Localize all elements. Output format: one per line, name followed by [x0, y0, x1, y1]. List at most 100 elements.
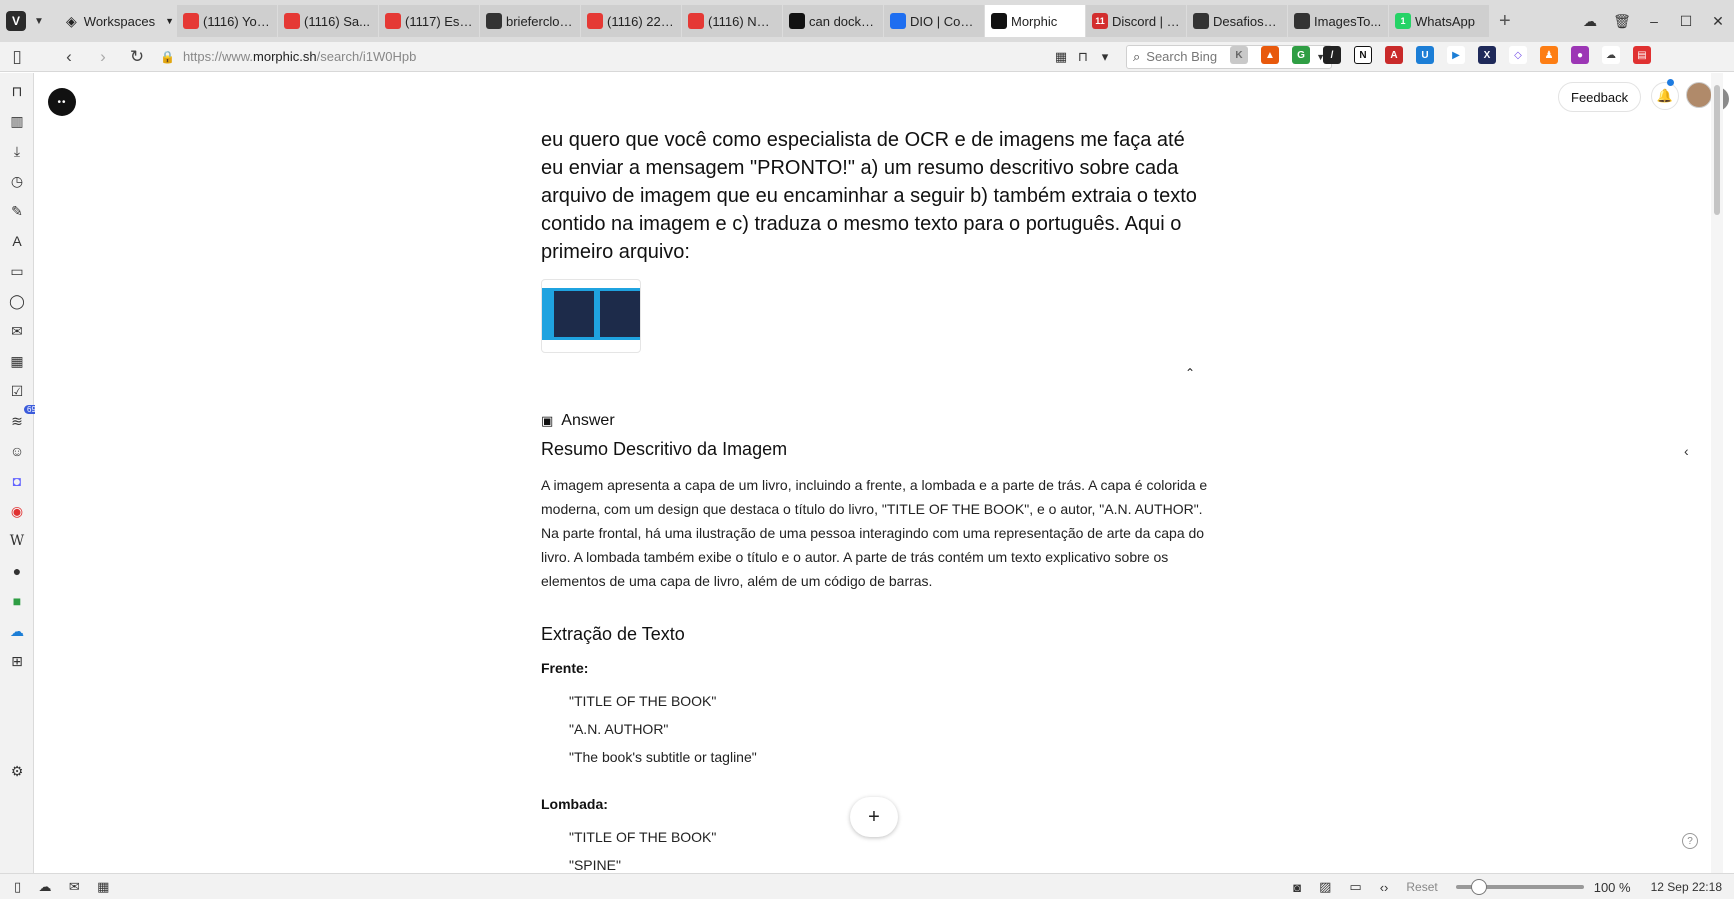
pdf-extension-icon[interactable]: A	[1385, 46, 1403, 64]
morphic-logo[interactable]: ••	[48, 88, 76, 116]
settings-gear-icon[interactable]: ⚙	[7, 761, 27, 781]
browser-tab[interactable]: (1116) Net...	[682, 5, 782, 37]
chevron-left-icon[interactable]: ‹	[1684, 443, 1689, 459]
browser-tab[interactable]: (1117) Ess...	[379, 5, 479, 37]
qr-code-icon[interactable]: ▦	[1050, 49, 1072, 65]
chevron-down-icon[interactable]: ▼	[34, 16, 48, 27]
translate-extension-icon[interactable]: G	[1292, 46, 1310, 64]
panel-toggle-icon[interactable]: ▯	[14, 879, 21, 894]
camera-icon[interactable]: ◙	[1293, 880, 1301, 895]
mastodon-icon[interactable]: ◘	[7, 471, 27, 491]
back-button[interactable]: ‹	[52, 47, 86, 67]
close-window-button[interactable]: ✕	[1702, 13, 1734, 30]
browser-tab[interactable]: ImagesTo...	[1288, 5, 1388, 37]
url-prefix: https://www.	[182, 49, 254, 64]
bookmarks-icon[interactable]: ⊓	[7, 81, 27, 101]
search-placeholder: Search Bing	[1146, 49, 1218, 64]
browser-tab[interactable]: (1116) 22 ...	[581, 5, 681, 37]
downloads-icon[interactable]: ⤓	[7, 141, 27, 161]
new-tab-button[interactable]: +	[1499, 10, 1511, 33]
browser-tab[interactable]: Desafios_...	[1187, 5, 1287, 37]
sheets-icon[interactable]: ■	[7, 591, 27, 611]
browser-tab[interactable]: (1116) You...	[177, 5, 277, 37]
layers-icon: ◈	[66, 12, 77, 29]
calendar-icon[interactable]: ▦	[7, 351, 27, 371]
chat-icon[interactable]: ◯	[7, 291, 27, 311]
klarna-extension-icon[interactable]: K	[1230, 46, 1248, 64]
site-info-icon[interactable]: 🔒	[160, 50, 175, 64]
contacts-icon[interactable]: ☺	[7, 441, 27, 461]
window-icon[interactable]: ▭	[7, 261, 27, 281]
play-extension-icon[interactable]: ▶	[1447, 46, 1465, 64]
chevron-down-icon: ▼	[165, 16, 174, 26]
sync-cloud-icon[interactable]: ☁	[39, 879, 52, 894]
bitwarden-extension-icon[interactable]: U	[1416, 46, 1434, 64]
browser-tab[interactable]: brieferclou...	[480, 5, 580, 37]
tiling-icon[interactable]: ▭	[1349, 879, 1361, 895]
url-field[interactable]: 🔒 https://www. morphic.sh/search/i1W0Hpb	[160, 49, 860, 64]
sync-cloud-icon[interactable]: ☁	[1574, 13, 1606, 30]
wikipedia-icon[interactable]: W	[7, 531, 27, 551]
mail-icon[interactable]: ✉	[7, 321, 27, 341]
zoom-reset-button[interactable]: Reset	[1406, 880, 1437, 894]
tasks-icon[interactable]: ☑	[7, 381, 27, 401]
diamond-extension-icon[interactable]: ◇	[1509, 46, 1527, 64]
tab-label: ImagesTo...	[1314, 13, 1382, 29]
bookmark-icon[interactable]: ⊓	[1072, 49, 1094, 65]
feeds-icon[interactable]: ≋ 69	[7, 405, 39, 431]
calendar-icon[interactable]: ▦	[97, 879, 109, 894]
folder-extension-icon[interactable]: ▤	[1633, 46, 1651, 64]
notes-icon[interactable]: ✎	[7, 201, 27, 221]
chevron-down-icon[interactable]: ▾	[1094, 49, 1116, 65]
trash-icon[interactable]: 🗑	[1606, 13, 1638, 30]
book-check-icon: ▣	[541, 413, 554, 428]
browser-tab[interactable]: DIO | Codi...	[884, 5, 984, 37]
image-icon[interactable]: ▨	[1319, 879, 1331, 895]
panel-toggle-icon[interactable]: ▯	[0, 47, 34, 67]
new-chat-plus-button[interactable]: +	[850, 797, 898, 837]
notion-extension-icon[interactable]: N	[1354, 46, 1372, 64]
megaphone-extension-icon[interactable]: ▲	[1261, 46, 1279, 64]
user-avatar[interactable]	[1686, 82, 1712, 108]
reading-list-icon[interactable]: ▥	[7, 111, 27, 131]
discord-icon: 11	[1092, 13, 1108, 29]
browser-tab[interactable]: Morphic	[985, 5, 1085, 37]
search-icon: ⌕	[1133, 48, 1141, 64]
github-icon	[1294, 13, 1310, 29]
x-extension-icon[interactable]: X	[1478, 46, 1496, 64]
vivaldi-icon[interactable]: ◉	[7, 501, 27, 521]
translate-icon[interactable]: A	[7, 231, 27, 251]
help-icon[interactable]: ?	[1682, 833, 1698, 849]
browser-tab[interactable]: can docker...	[783, 5, 883, 37]
chat-extension-icon[interactable]: ●	[1571, 46, 1589, 64]
maximize-button[interactable]: ☐	[1670, 13, 1702, 30]
attached-image-thumbnail[interactable]	[541, 279, 641, 353]
page-scrollbar[interactable]	[1711, 73, 1723, 873]
dio-icon	[890, 13, 906, 29]
bell-icon[interactable]: 🔔	[1651, 82, 1679, 110]
answer-header: ▣ Answer	[541, 412, 615, 430]
youtube-icon	[385, 13, 401, 29]
minimize-button[interactable]: –	[1638, 13, 1670, 29]
browser-tab[interactable]: 11 Discord | #...	[1086, 5, 1186, 37]
zoom-slider[interactable]	[1455, 879, 1584, 895]
chevron-up-icon[interactable]: ⌃	[1185, 366, 1195, 380]
zoom-level: 100 %	[1593, 879, 1631, 895]
reload-button[interactable]: ↻	[120, 47, 154, 67]
cloud-extension-icon[interactable]: ☁	[1602, 46, 1620, 64]
history-icon[interactable]: ◷	[7, 171, 27, 191]
code-icon[interactable]: ‹›	[1380, 880, 1389, 895]
vivaldi-menu-icon[interactable]: V	[6, 11, 26, 31]
github-icon[interactable]: ●	[7, 561, 27, 581]
browser-tab[interactable]: 1 WhatsApp	[1389, 5, 1489, 37]
add-panel-icon[interactable]: ⊞	[7, 651, 27, 671]
browser-tab[interactable]: (1116) Sa...	[278, 5, 378, 37]
extension-icon[interactable]: /	[1323, 46, 1341, 64]
figure-extension-icon[interactable]: ♟	[1540, 46, 1558, 64]
mail-icon[interactable]: ✉	[69, 879, 80, 894]
user-question: eu quero que você como especialista de O…	[541, 129, 1197, 263]
workspaces-button[interactable]: ◈ Workspaces ▼	[66, 13, 176, 30]
forward-button[interactable]: ›	[86, 47, 120, 67]
onedrive-icon[interactable]: ☁	[7, 621, 27, 641]
feedback-button[interactable]: Feedback	[1558, 82, 1642, 112]
